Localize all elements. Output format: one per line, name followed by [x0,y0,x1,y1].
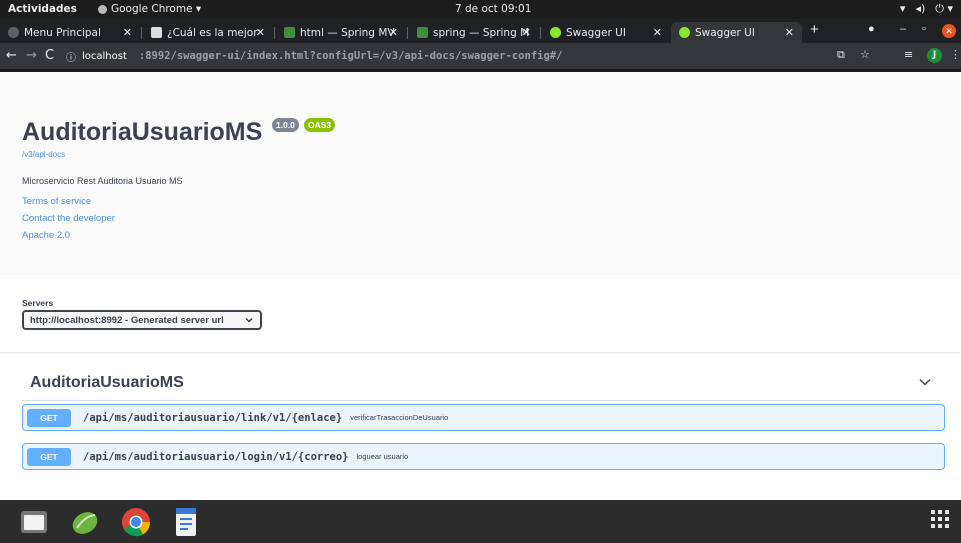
close-window-icon[interactable]: ✕ [942,24,956,38]
more-menu-icon[interactable]: ⋮ [950,48,961,61]
oas-badge: OAS3 [304,118,336,132]
minimize-icon[interactable]: – [900,23,906,35]
tab-divider [407,27,408,39]
license-link[interactable]: Apache 2.0 [22,230,70,241]
chrome-icon [98,4,107,14]
tab-label: Swagger UI [566,26,626,39]
terms-of-service-link[interactable]: Terms of service [22,196,91,207]
reading-list-icon[interactable]: ≡ [904,48,913,61]
swagger-icon [550,27,561,38]
new-tab-button[interactable]: + [810,21,819,38]
tab-html-spring[interactable]: html — Spring MV ✕ [276,22,406,43]
volume-icon: ◂) [915,2,926,15]
operation-path: /api/ms/auditoriausuario/login/v1/{corre… [83,450,349,463]
servers-label: Servers [22,298,54,308]
ubuntu-dock [0,500,961,543]
text-editor-icon[interactable] [170,506,202,538]
tab-menu-principal[interactable]: Menu Principal ✕ [0,22,140,43]
close-icon[interactable]: ✕ [123,26,132,39]
contact-developer-link[interactable]: Contact the developer [22,213,115,224]
browser-toolbar: ← → C ⓘ localhost :8992/swagger-ui/index… [0,43,961,69]
address-bar[interactable]: ⓘ localhost :8992/swagger-ui/index.html?… [66,46,826,66]
wifi-icon: ▾ [899,2,906,15]
operation-get-login[interactable]: GET /api/ms/auditoriausuario/login/v1/{c… [22,443,945,470]
operation-get-link[interactable]: GET /api/ms/auditoriausuario/link/v1/{en… [22,404,945,431]
tab-swagger-ui-1[interactable]: Swagger UI ✕ [542,22,670,43]
maximize-icon[interactable]: ▫ [922,23,926,35]
url-path: :8992/swagger-ui/index.html?configUrl=/v… [138,50,563,62]
tab-cual-es-la-mejor[interactable]: ¿Cuál es la mejor ✕ [143,22,273,43]
chrome-app-icon[interactable] [120,506,152,538]
globe-icon [8,27,19,38]
tab-label: spring — Spring M [433,26,530,39]
operation-summary: verificarTrasaccionDeUsuario [350,413,449,422]
api-docs-link[interactable]: /v3/api-docs [22,150,65,159]
activities-button[interactable]: Actividades [8,3,77,15]
chevron-down-icon[interactable] [918,375,932,389]
stackoverflow-icon [284,27,295,38]
info-section [0,72,961,275]
close-icon[interactable]: ✕ [653,26,662,39]
bookmark-star-icon[interactable]: ☆ [860,48,870,61]
info-icon[interactable]: ⓘ [66,49,76,64]
api-description: Microservicio Rest Auditoria Usuario MS [22,176,183,186]
url-host: localhost [82,50,127,62]
page-icon [151,27,162,38]
tab-spring-spring[interactable]: spring — Spring M ✕ [409,22,539,43]
tab-divider [540,27,541,39]
system-top-bar: Actividades Google Chrome ▾ 7 de oct 09:… [0,0,961,19]
server-select-value: http://localhost:8992 - Generated server… [30,314,224,326]
files-icon[interactable] [18,506,50,538]
tab-label: Swagger UI [695,26,755,39]
show-applications-icon[interactable] [930,509,950,529]
close-icon[interactable]: ✕ [522,26,531,39]
chevron-down-icon [245,317,253,323]
spring-tool-suite-icon[interactable] [69,506,101,538]
operation-summary: loguear usuario [356,452,409,461]
close-icon[interactable]: ✕ [256,26,265,39]
tab-label: Menu Principal [24,26,101,39]
tab-swagger-ui-active[interactable]: Swagger UI ✕ [671,22,802,43]
method-badge: GET [27,447,71,466]
server-select[interactable]: http://localhost:8992 - Generated server… [22,310,262,330]
tab-label: ¿Cuál es la mejor [167,26,258,39]
tab-divider [141,27,142,39]
app-menu[interactable]: Google Chrome ▾ [98,3,201,15]
back-icon[interactable]: ← [6,48,17,63]
close-icon[interactable]: ✕ [785,26,794,39]
clock[interactable]: 7 de oct 09:01 [455,3,531,15]
forward-icon[interactable]: → [26,48,37,63]
tag-section-header[interactable]: AuditoriaUsuarioMS [22,365,940,401]
close-icon[interactable]: ✕ [389,26,398,39]
reload-icon[interactable]: C [45,48,54,63]
app-menu-label: Google Chrome ▾ [111,3,202,15]
system-tray[interactable]: ▾ ◂) ⏻ ▾ [900,2,953,16]
tag-title: AuditoriaUsuarioMS [30,374,184,391]
profile-avatar[interactable]: J [927,48,942,63]
operation-path: /api/ms/auditoriausuario/link/v1/{enlace… [83,411,343,424]
method-badge: GET [27,408,71,427]
page-title: AuditoriaUsuarioMS [22,118,263,146]
power-icon: ⏻ ▾ [935,2,953,15]
translate-icon[interactable]: ⧉ [837,48,845,62]
tab-divider [274,27,275,39]
tab-label: html — Spring MV [300,26,395,39]
version-badge: 1.0.0 [272,118,299,132]
tab-search-icon[interactable]: ● [868,23,875,35]
swagger-icon [679,27,690,38]
tab-strip: Menu Principal ✕ ¿Cuál es la mejor ✕ htm… [0,19,961,43]
stackoverflow-icon [417,27,428,38]
